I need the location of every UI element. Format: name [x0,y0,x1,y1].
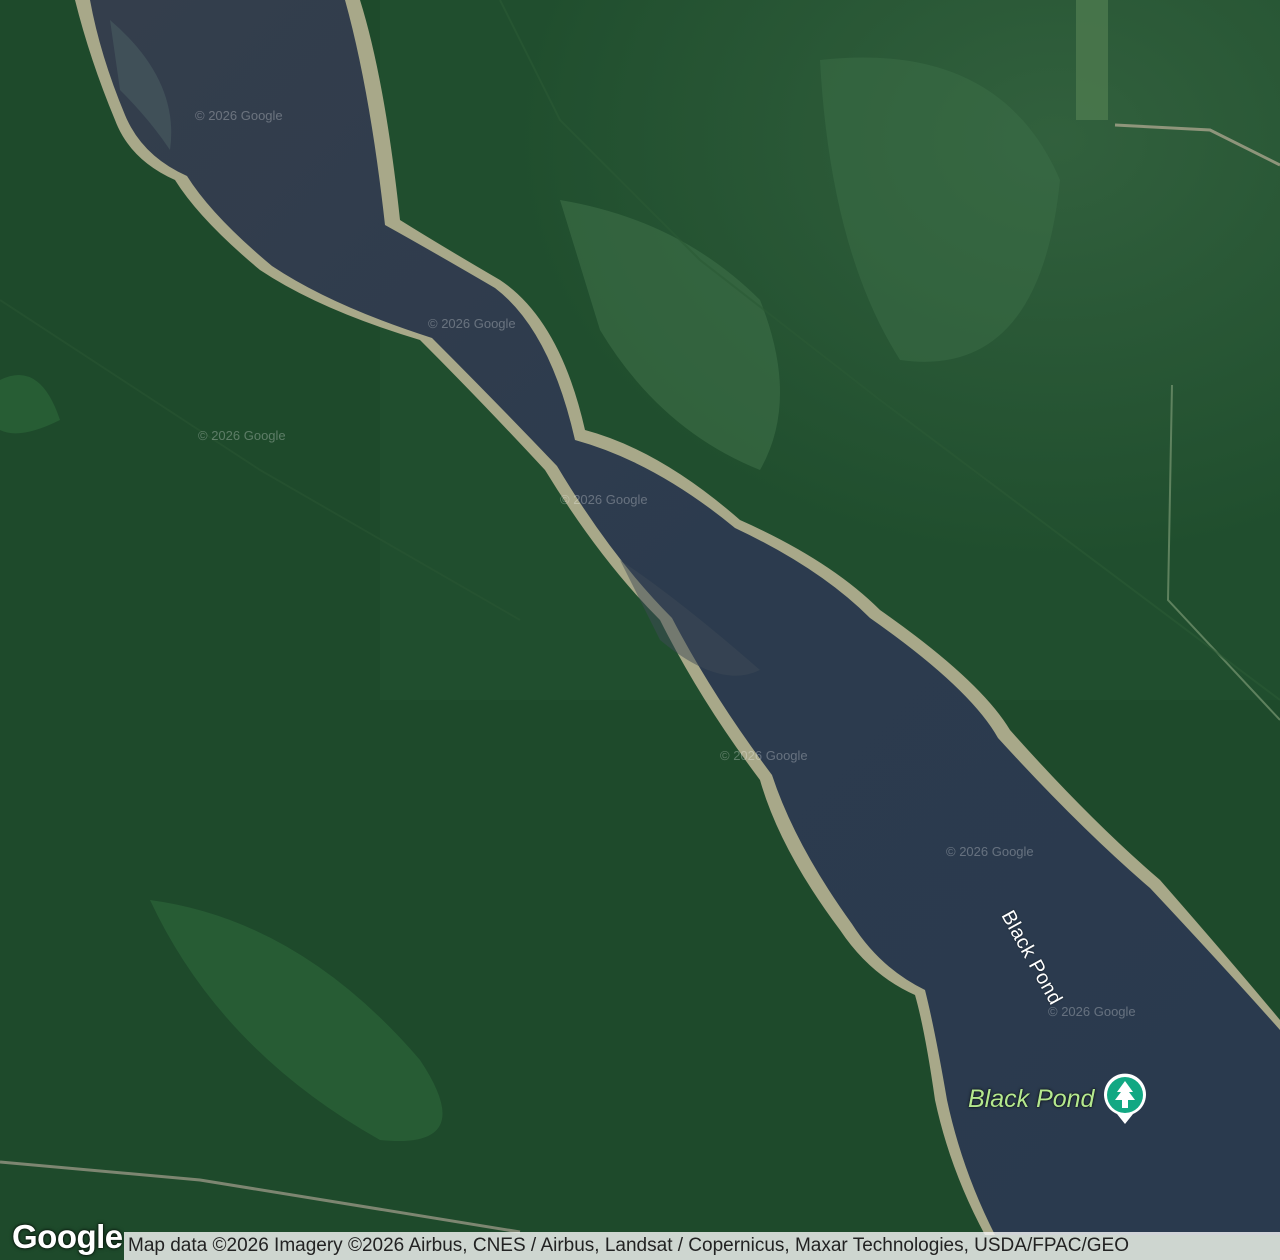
google-logo[interactable]: Google [12,1218,123,1256]
map-imagery[interactable] [0,0,1280,1260]
watermark: © 2026 Google [428,316,516,331]
watermark: © 2026 Google [198,428,286,443]
watermark: © 2026 Google [560,492,648,507]
watermark: © 2026 Google [195,108,283,123]
poi-label[interactable]: Black Pond [968,1085,1094,1114]
watermark: © 2026 Google [1048,1004,1136,1019]
watermark: © 2026 Google [946,844,1034,859]
map-attribution: Map data ©2026 Imagery ©2026 Airbus, CNE… [124,1232,1280,1260]
poi-marker-black-pond[interactable]: Black Pond [968,1072,1148,1126]
watermark: © 2026 Google [720,748,808,763]
tree-icon[interactable] [1102,1072,1148,1126]
satellite-map[interactable]: © 2026 Google © 2026 Google © 2026 Googl… [0,0,1280,1260]
